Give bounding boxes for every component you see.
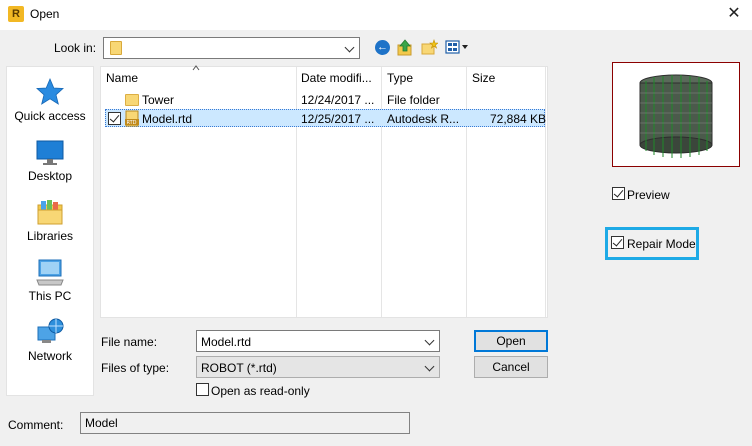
star-icon: [36, 77, 64, 105]
comment-field: Model: [80, 412, 410, 434]
comment-label: Comment:: [8, 418, 64, 432]
column-header-size[interactable]: Size: [472, 71, 495, 85]
look-in-label: Look in:: [54, 41, 97, 55]
svg-text:RTD: RTD: [127, 120, 137, 126]
read-only-checkbox[interactable]: [196, 383, 209, 396]
new-folder-icon[interactable]: [421, 39, 439, 55]
read-only-label: Open as read-only: [211, 384, 310, 398]
folder-icon: [110, 41, 122, 55]
file-name-value: Model.rtd: [201, 335, 252, 349]
repair-mode-checkbox[interactable]: [611, 236, 624, 249]
cancel-button[interactable]: Cancel: [474, 356, 548, 378]
file-type-dropdown[interactable]: ROBOT (*.rtd): [196, 356, 440, 378]
row-select-checkbox[interactable]: [108, 112, 121, 125]
tower-model-preview: [639, 74, 713, 158]
open-button[interactable]: Open: [474, 330, 548, 352]
column-separator: [545, 67, 546, 317]
file-name: Model.rtd: [142, 112, 193, 126]
preview-label: Preview: [627, 188, 670, 202]
chevron-down-icon: [424, 360, 436, 374]
network-icon: [37, 318, 64, 343]
file-name-label: File name:: [101, 335, 158, 349]
file-type-label: Files of type:: [101, 361, 170, 375]
place-label: Network: [27, 349, 72, 363]
place-label: Quick access: [14, 109, 86, 123]
sort-ascending-icon: [192, 65, 200, 71]
table-row[interactable]: Tower 12/24/2017 ... File folder: [105, 91, 545, 109]
back-icon[interactable]: ←: [375, 40, 390, 55]
preview-checkbox[interactable]: [612, 187, 625, 200]
preview-thumbnail: [612, 62, 740, 167]
up-folder-icon[interactable]: [397, 39, 413, 56]
column-header-name[interactable]: Name: [106, 71, 138, 85]
computer-icon: [36, 259, 64, 286]
window-title: Open: [30, 7, 60, 21]
place-label: Desktop: [27, 169, 73, 183]
place-network[interactable]: Network: [7, 317, 93, 363]
comment-value: Model: [85, 416, 118, 430]
place-libraries[interactable]: Libraries: [7, 197, 93, 243]
chevron-down-icon[interactable]: [424, 334, 436, 348]
repair-mode-label: Repair Mode: [627, 237, 696, 251]
place-desktop[interactable]: Desktop: [7, 137, 93, 183]
close-button[interactable]: ✕: [720, 2, 748, 26]
place-label: This PC: [28, 289, 72, 303]
folder-icon: [125, 94, 139, 106]
close-icon: ✕: [727, 5, 741, 22]
look-in-dropdown[interactable]: [103, 37, 360, 59]
place-label: Libraries: [26, 229, 74, 243]
column-header-type[interactable]: Type: [387, 71, 413, 85]
title-bar: R Open ✕: [0, 0, 752, 30]
file-type-value: ROBOT (*.rtd): [201, 361, 277, 375]
file-date: 12/25/2017 ...: [301, 112, 375, 126]
file-name: Tower: [142, 93, 175, 107]
views-menu-icon[interactable]: [445, 40, 469, 54]
places-bar: Quick access Desktop Libraries This PC N…: [6, 66, 94, 396]
place-quick-access[interactable]: Quick access: [7, 77, 93, 123]
rtd-file-icon: RTD: [125, 110, 139, 127]
file-type: File folder: [387, 93, 440, 107]
file-list[interactable]: Name Date modifi... Type Size Tower 12/2…: [100, 65, 548, 318]
file-type: Autodesk R...: [387, 112, 460, 126]
table-row-selected[interactable]: RTD Model.rtd 12/25/2017 ... Autodesk R.…: [105, 109, 547, 127]
file-size: 72,884 KB: [490, 112, 547, 126]
file-date: 12/24/2017 ...: [301, 93, 375, 107]
libraries-icon: [37, 200, 63, 225]
file-name-input[interactable]: Model.rtd: [196, 330, 440, 352]
place-this-pc[interactable]: This PC: [7, 257, 93, 303]
column-header-date[interactable]: Date modifi...: [301, 71, 372, 85]
desktop-icon: [36, 140, 64, 165]
chevron-down-icon: [344, 41, 356, 55]
robot-app-icon: R: [8, 6, 24, 22]
